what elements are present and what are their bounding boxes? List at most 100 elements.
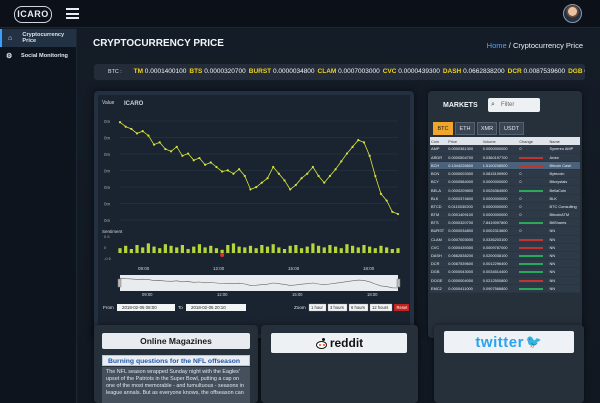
sentiment-bar[interactable] xyxy=(248,245,253,253)
value-point[interactable] xyxy=(158,141,161,144)
sentiment-bar[interactable] xyxy=(345,244,349,253)
column-header-change[interactable]: Change xyxy=(518,137,549,145)
sidebar-item-social-monitoring[interactable]: ⚙ Social Monitoring xyxy=(0,47,76,65)
table-row[interactable]: BTS 0.0000320700 7.8419097800 BitShares xyxy=(430,218,580,228)
sentiment-bar[interactable] xyxy=(271,244,275,253)
value-point[interactable] xyxy=(391,210,394,213)
value-point[interactable] xyxy=(215,165,218,169)
sentiment-bar[interactable] xyxy=(226,245,230,253)
value-point[interactable] xyxy=(311,165,314,169)
value-point[interactable] xyxy=(328,174,332,178)
value-point[interactable] xyxy=(260,181,263,184)
value-point[interactable] xyxy=(379,192,383,195)
value-point[interactable] xyxy=(396,212,400,216)
value-point[interactable] xyxy=(152,143,156,146)
sentiment-bar[interactable] xyxy=(356,247,360,253)
value-point[interactable] xyxy=(385,199,388,202)
chart-svg[interactable]: Value ICARO0m0m0m0m0m0m0mSentiment0.50-0.… xyxy=(98,95,410,334)
sentiment-bar[interactable] xyxy=(316,245,321,253)
app-logo[interactable]: ICARO xyxy=(14,6,52,23)
table-row[interactable]: DASH 0.0662838200 0.0200038100 NN xyxy=(430,251,580,261)
tab-btc[interactable]: BTC xyxy=(433,122,453,135)
value-point[interactable] xyxy=(209,161,212,164)
value-point[interactable] xyxy=(277,172,280,175)
sentiment-bar[interactable] xyxy=(135,245,139,253)
value-point[interactable] xyxy=(141,130,144,133)
sentiment-bar[interactable] xyxy=(158,248,162,253)
sentiment-bar[interactable] xyxy=(328,245,332,253)
value-point[interactable] xyxy=(294,183,297,187)
table-row[interactable]: AMP 0.0000381300 0.0000000000 0 Synereo AMP xyxy=(430,145,580,154)
sentiment-bar[interactable] xyxy=(373,248,377,253)
sentiment-bar[interactable] xyxy=(146,243,150,253)
sentiment-bar[interactable] xyxy=(141,247,145,253)
value-point[interactable] xyxy=(118,121,122,124)
sentiment-bar[interactable] xyxy=(186,249,190,253)
sentiment-bar[interactable] xyxy=(254,248,258,253)
table-row[interactable]: DOGE 0.0000004000 0.0212500800 NN xyxy=(430,276,580,285)
navigator-left-handle[interactable] xyxy=(117,278,122,288)
value-point[interactable] xyxy=(198,156,201,160)
value-point[interactable] xyxy=(186,152,190,155)
value-point[interactable] xyxy=(181,154,184,157)
value-point[interactable] xyxy=(283,179,286,182)
breadcrumb-home-link[interactable]: Home xyxy=(487,41,507,50)
sentiment-bar[interactable] xyxy=(175,247,179,253)
sentiment-bar[interactable] xyxy=(390,249,394,253)
value-point[interactable] xyxy=(323,181,326,184)
tab-xmr[interactable]: XMR xyxy=(477,122,497,135)
navigator-track[interactable] xyxy=(120,275,398,291)
sentiment-bar[interactable] xyxy=(203,247,207,253)
sentiment-bar[interactable] xyxy=(322,247,326,253)
table-row[interactable]: CVC 0.0000439300 0.0009787000 NN xyxy=(430,243,580,252)
table-row[interactable]: BCY 0.0000584000 0.0000000000 0 Bitcrystals xyxy=(430,177,580,187)
value-point[interactable] xyxy=(368,154,371,157)
value-point[interactable] xyxy=(124,125,127,128)
sentiment-bar[interactable] xyxy=(118,248,122,253)
value-point[interactable] xyxy=(204,163,207,166)
value-point[interactable] xyxy=(192,159,195,162)
table-row[interactable]: EMC2 0.0000411000 0.0907566800 NN xyxy=(430,284,580,293)
table-row[interactable]: ARDR 0.0000504700 0.0360197700 Ardor xyxy=(430,153,580,162)
twitter-logo[interactable]: twitter 🐦 xyxy=(444,331,574,353)
sentiment-bar[interactable] xyxy=(214,248,219,253)
value-point[interactable] xyxy=(175,145,178,148)
sentiment-bar[interactable] xyxy=(169,245,173,253)
sentiment-bar[interactable] xyxy=(311,243,315,253)
price-chart[interactable]: Value ICARO 0m 0m 0m 0m 0m 0m 0m Sentiment 0.5 0 -0.… xyxy=(98,95,410,334)
value-point[interactable] xyxy=(300,177,303,180)
value-point[interactable] xyxy=(226,169,229,172)
value-point[interactable] xyxy=(351,145,354,148)
sentiment-bar[interactable] xyxy=(152,246,156,253)
sidebar-item-cryptocurrency-price[interactable]: ⌂ Cryptocurrency Price xyxy=(0,29,76,47)
table-row[interactable]: BTM 0.0001409100 0.0000000000 0 BitcoinATM xyxy=(430,210,580,220)
sentiment-bar[interactable] xyxy=(299,248,304,253)
user-avatar[interactable] xyxy=(563,4,582,23)
table-row[interactable]: DGB 0.0000043000 0.0034514400 NN xyxy=(430,267,580,277)
sentiment-bar[interactable] xyxy=(243,247,247,253)
sentiment-bar[interactable] xyxy=(351,245,355,253)
table-row[interactable]: BTCD 0.0115030200 0.0000000000 0 BTC Consult… xyxy=(430,202,580,212)
value-point[interactable] xyxy=(306,172,309,175)
value-point[interactable] xyxy=(340,160,343,163)
value-point[interactable] xyxy=(374,174,377,178)
value-point[interactable] xyxy=(169,150,173,153)
table-row[interactable]: BELA 0.0000209800 0.0026364500 BellaCoin xyxy=(430,185,580,195)
table-row[interactable]: BLK 0.0000374600 0.0000000000 0 BLK xyxy=(430,194,580,203)
hamburger-menu-icon[interactable] xyxy=(66,8,79,19)
sentiment-bar[interactable] xyxy=(129,249,133,253)
table-row[interactable]: BCH 0.1344226600 1.5100238500 Bitcoin Cash xyxy=(430,161,580,171)
value-point[interactable] xyxy=(345,152,349,155)
sentiment-bar[interactable] xyxy=(260,245,264,253)
sentiment-bar[interactable] xyxy=(396,248,400,253)
value-point[interactable] xyxy=(362,141,366,144)
sentiment-bar[interactable] xyxy=(265,246,270,253)
column-header-volume[interactable]: Volume xyxy=(481,137,519,145)
value-point[interactable] xyxy=(317,174,320,178)
value-point[interactable] xyxy=(334,168,337,171)
sentiment-bar[interactable] xyxy=(368,246,372,253)
event-marker[interactable] xyxy=(220,253,225,257)
markets-filter-input[interactable]: ⌕ Filter xyxy=(488,98,540,112)
value-point[interactable] xyxy=(289,188,292,191)
table-row[interactable]: DCR 0.0087539600 0.0012296400 NN xyxy=(430,259,580,269)
